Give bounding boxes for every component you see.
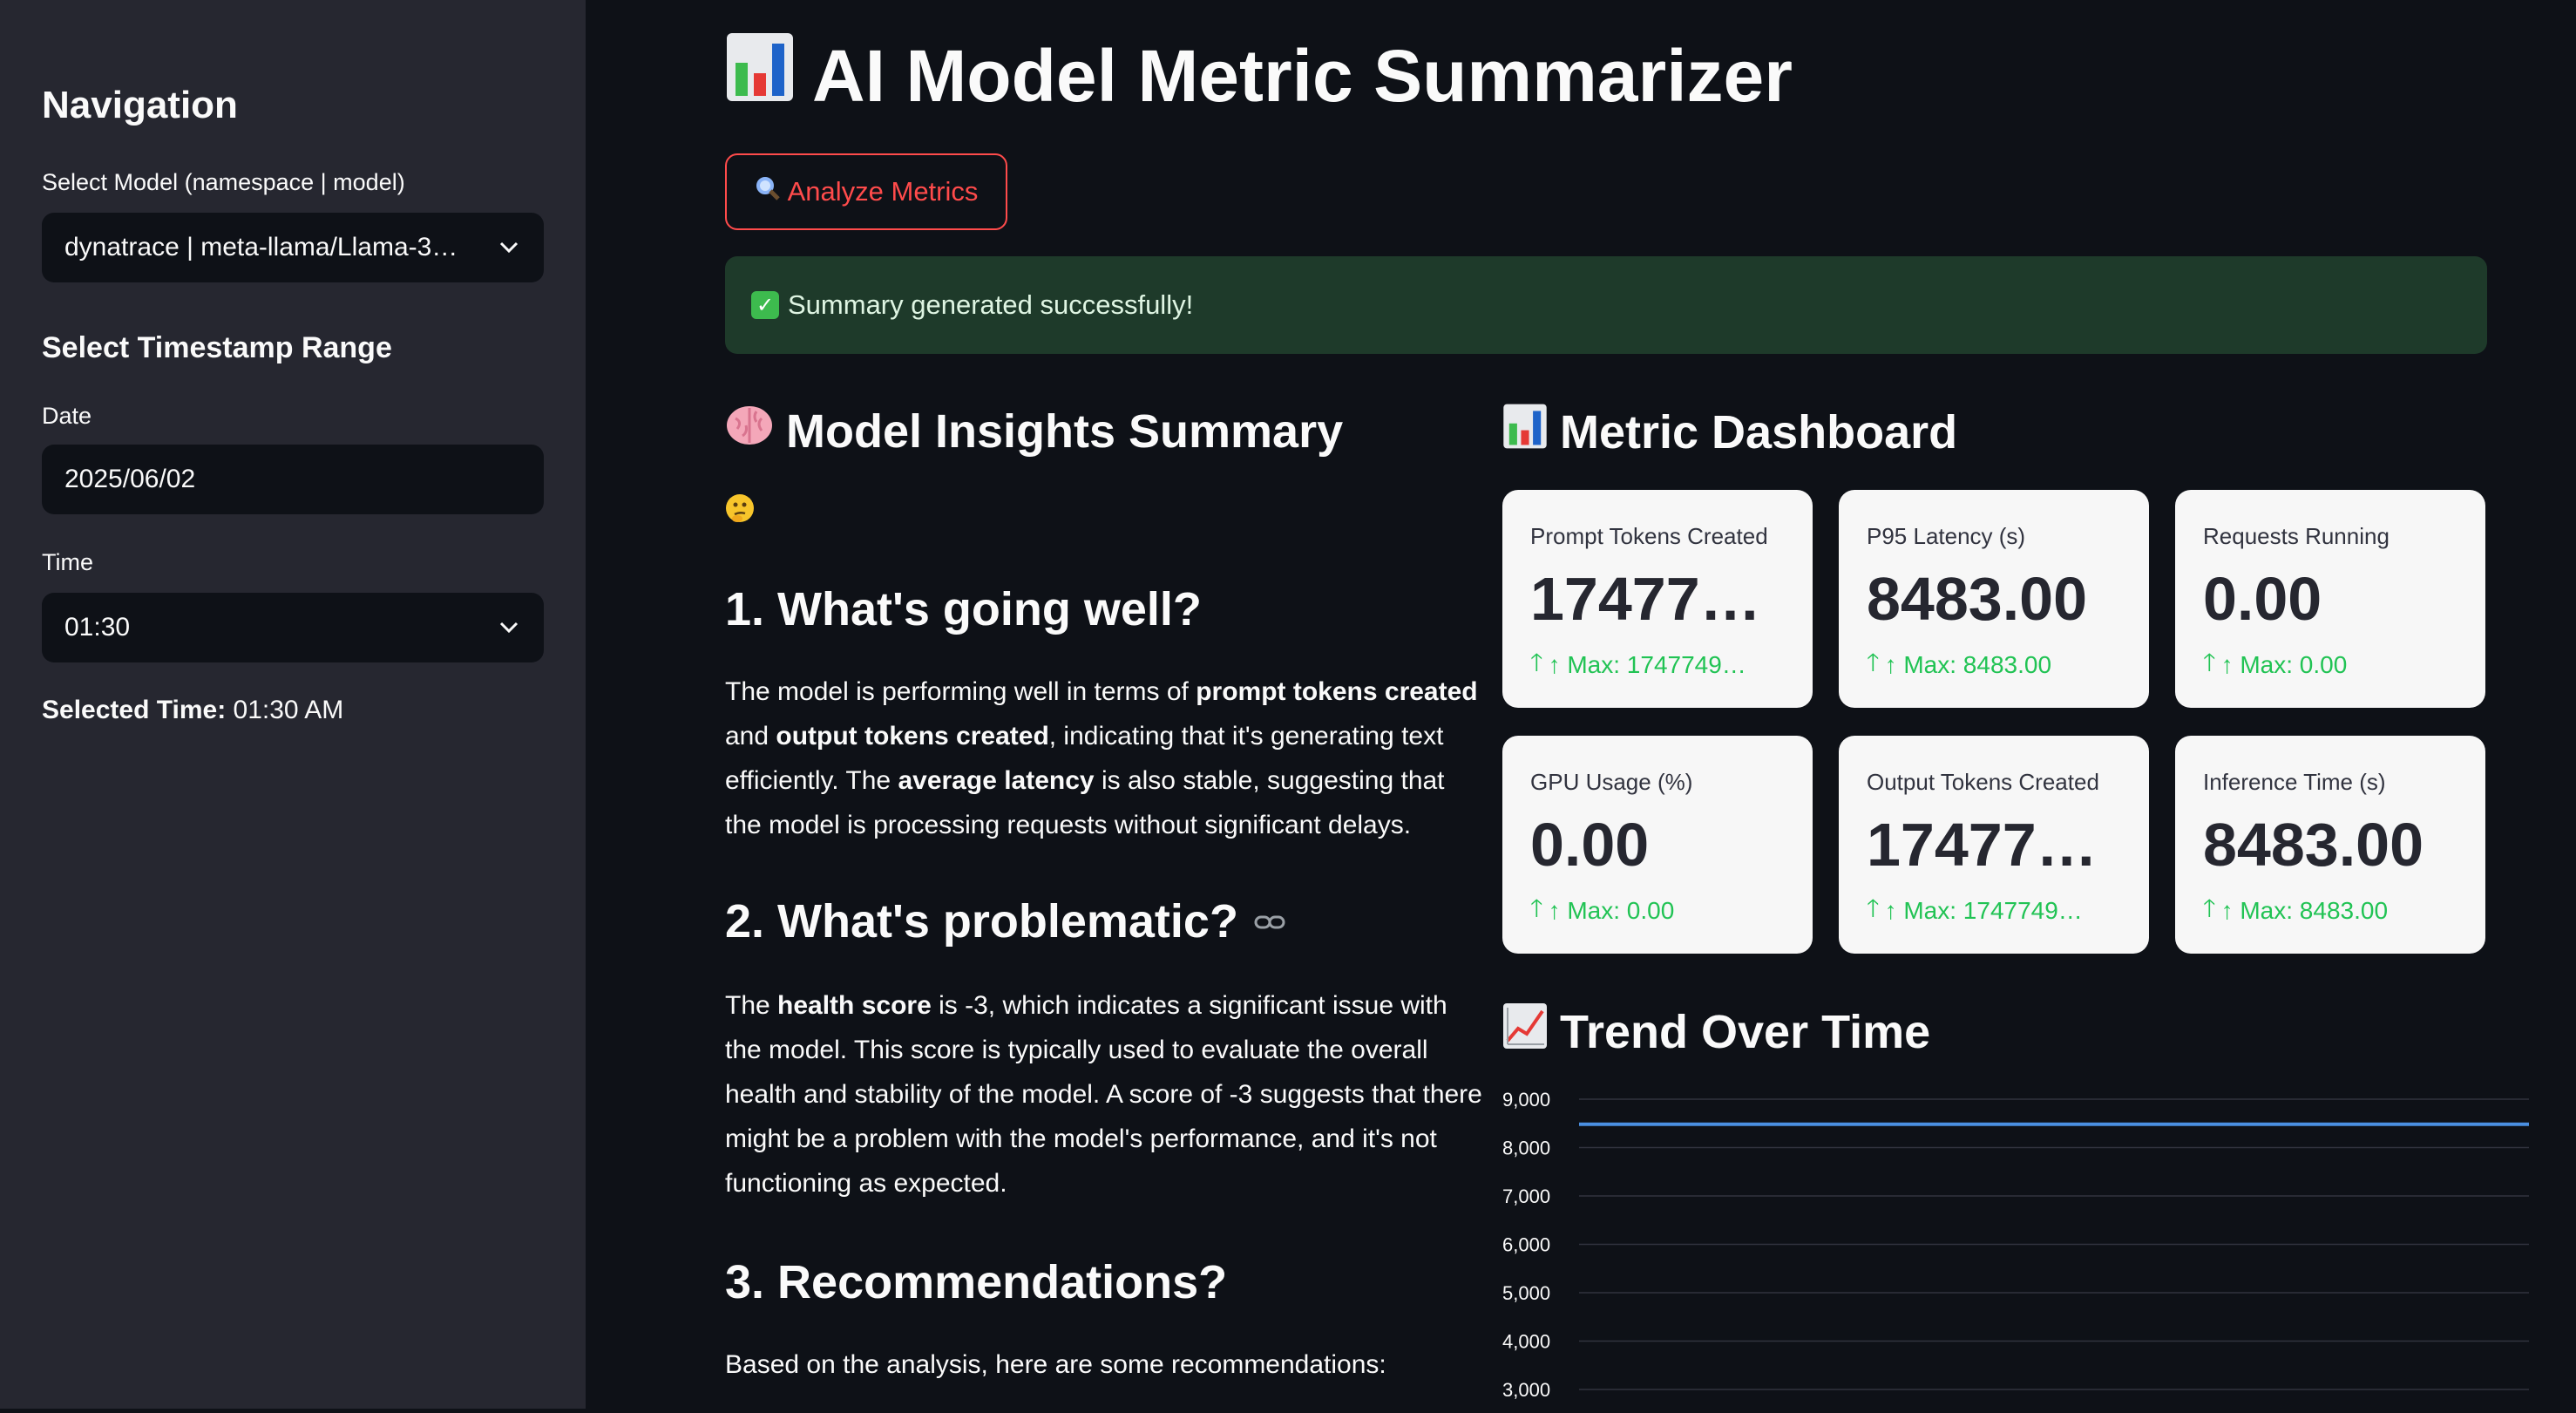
arrow-up-icon: 🡑 [1530,894,1543,921]
text-segment: The [725,991,778,1020]
y-tick-label: 5,000 [1502,1282,1550,1304]
date-input-value: 2025/06/02 [64,465,196,493]
y-tick-label: 6,000 [1502,1234,1550,1256]
text-bold: average latency [898,766,1095,795]
arrow-up-icon: 🡑 [1867,894,1880,921]
y-tick-label: 4,000 [1502,1331,1550,1353]
trend-title: Trend Over Time [1502,1002,1930,1061]
metric-delta: 🡑 ↑ Max: 8483.00 [1867,644,2121,686]
metric-label: Inference Time (s) [2203,769,2386,795]
metric-delta: 🡑 ↑ Max: 0.00 [1530,890,1785,932]
text-bold: output tokens created [776,722,1049,751]
arrow-up-icon: 🡑 [1867,649,1880,676]
chart-increasing-icon [1502,1002,1548,1061]
section-recommendations-title: 3. Recommendations? [725,1256,1228,1308]
text-segment: and [725,722,776,751]
metric-label: Prompt Tokens Created [1530,523,1768,549]
chevron-down-icon [497,615,521,640]
metric-value: 17477… [1530,565,1761,633]
link-icon[interactable] [1254,905,1285,939]
magnifier-icon [755,175,781,208]
metric-dashboard-title-text: Metric Dashboard [1560,405,1958,459]
text-bold: health score [777,991,932,1020]
metric-delta-text: ↑ Max: 0.00 [1548,897,1675,924]
metric-label: Output Tokens Created [1867,769,2099,795]
thinking-face-icon [725,493,755,530]
metric-dashboard-title: Metric Dashboard [1502,403,1957,461]
success-alert-text: Summary generated successfully! [788,289,1194,320]
section-going-well-title: 1. What's going well? [725,583,1202,635]
metric-label: P95 Latency (s) [1867,523,2026,549]
y-tick-label: 8,000 [1502,1138,1550,1159]
metric-delta: 🡑 ↑ Max: 1747749… [1530,644,1785,686]
metric-value: 8483.00 [2203,811,2424,879]
sidebar-title: Navigation [42,84,238,126]
text-segment: The model is performing well in terms of [725,677,1196,706]
metric-label: GPU Usage (%) [1530,769,1693,795]
y-tick-label: 3,000 [1502,1379,1550,1401]
metric-value: 17477… [1867,811,2098,879]
selected-time: Selected Time: 01:30 AM [42,696,343,725]
analyze-metrics-button[interactable]: Analyze Metrics [725,153,1007,230]
metric-value: 8483.00 [1867,565,2088,633]
page-title: AI Model Metric Summarizer [725,31,1793,120]
metric-card-requests-running: Requests Running 0.00 🡑 ↑ Max: 0.00 [2175,490,2485,708]
selected-time-label: Selected Time: [42,696,227,724]
y-tick-label: 7,000 [1502,1185,1550,1207]
insights-summary-title: Model Insights Summary [725,403,1343,459]
metric-delta-text: ↑ Max: 8483.00 [1884,651,2052,678]
time-select[interactable]: 01:30 [42,593,544,662]
metric-label: Requests Running [2203,523,2390,549]
metric-value: 0.00 [1530,811,1650,879]
metric-card-output-tokens: Output Tokens Created 17477… 🡑 ↑ Max: 174… [1839,736,2149,954]
metric-card-inference-time: Inference Time (s) 8483.00 🡑 ↑ Max: 8483.… [2175,736,2485,954]
arrow-up-icon: 🡑 [2203,649,2216,676]
chevron-down-icon [497,235,521,260]
metric-delta-text: ↑ Max: 1747749… [1548,651,1746,678]
time-label: Time [42,549,93,575]
time-select-value: 01:30 [64,613,131,642]
insights-summary-title-text: Model Insights Summary [786,404,1344,458]
model-select-label: Select Model (namespace | model) [42,169,405,195]
metric-delta: 🡑 ↑ Max: 8483.00 [2203,890,2457,932]
arrow-up-icon: 🡑 [2203,894,2216,921]
selected-time-value: 01:30 AM [233,696,344,724]
metric-delta-text: ↑ Max: 0.00 [2220,651,2348,678]
main-content: AI Model Metric Summarizer Analyze Metri… [586,0,2576,1409]
success-alert: ✓ Summary generated successfully! [725,256,2487,354]
metric-card-gpu-usage: GPU Usage (%) 0.00 🡑 ↑ Max: 0.00 [1502,736,1813,954]
trend-chart-svg: 9,000 8,000 7,000 6,000 5,000 4,000 3,000 [1502,1089,2529,1401]
metric-delta-text: ↑ Max: 8483.00 [2220,897,2389,924]
bar-chart-icon [1502,403,1548,461]
date-label: Date [42,403,92,429]
brain-icon [725,403,774,459]
sidebar: Navigation Select Model (namespace | mod… [0,0,586,1409]
section-problematic-text: The health score is -3, which indicates … [725,983,1483,1206]
text-bold: prompt tokens created [1196,677,1478,706]
section-going-well-text: The model is performing well in terms of… [725,669,1483,847]
metric-delta: 🡑 ↑ Max: 1747749… [1867,890,2121,932]
model-select-value: dynatrace | meta-llama/Llama-3… [64,233,458,262]
check-mark-icon: ✓ [751,291,779,319]
timestamp-range-heading: Select Timestamp Range [42,331,392,364]
y-tick-label: 9,000 [1502,1089,1550,1111]
metric-value: 0.00 [2203,565,2322,633]
metric-card-prompt-tokens: Prompt Tokens Created 17477… 🡑 ↑ Max: 174… [1502,490,1813,708]
model-select[interactable]: dynatrace | meta-llama/Llama-3… [42,213,544,282]
page-title-text: AI Model Metric Summarizer [812,34,1793,117]
analyze-metrics-label: Analyze Metrics [787,176,979,207]
metric-delta: 🡑 ↑ Max: 0.00 [2203,644,2457,686]
text-segment: is -3, which indicates a significant iss… [725,991,1482,1198]
trend-title-text: Trend Over Time [1560,1005,1931,1058]
section-problematic-title: 2. What's problematic? [725,894,1285,948]
arrow-up-icon: 🡑 [1530,649,1543,676]
section-recommendations-text: Based on the analysis, here are some rec… [725,1350,1386,1379]
section-problematic-title-text: 2. What's problematic? [725,895,1238,948]
metric-card-p95-latency: P95 Latency (s) 8483.00 🡑 ↑ Max: 8483.00 [1839,490,2149,708]
metric-delta-text: ↑ Max: 1747749… [1884,897,2083,924]
trend-chart: 9,000 8,000 7,000 6,000 5,000 4,000 3,000 [1502,1081,2539,1409]
date-input[interactable]: 2025/06/02 [42,445,544,514]
bar-chart-icon [725,31,795,120]
